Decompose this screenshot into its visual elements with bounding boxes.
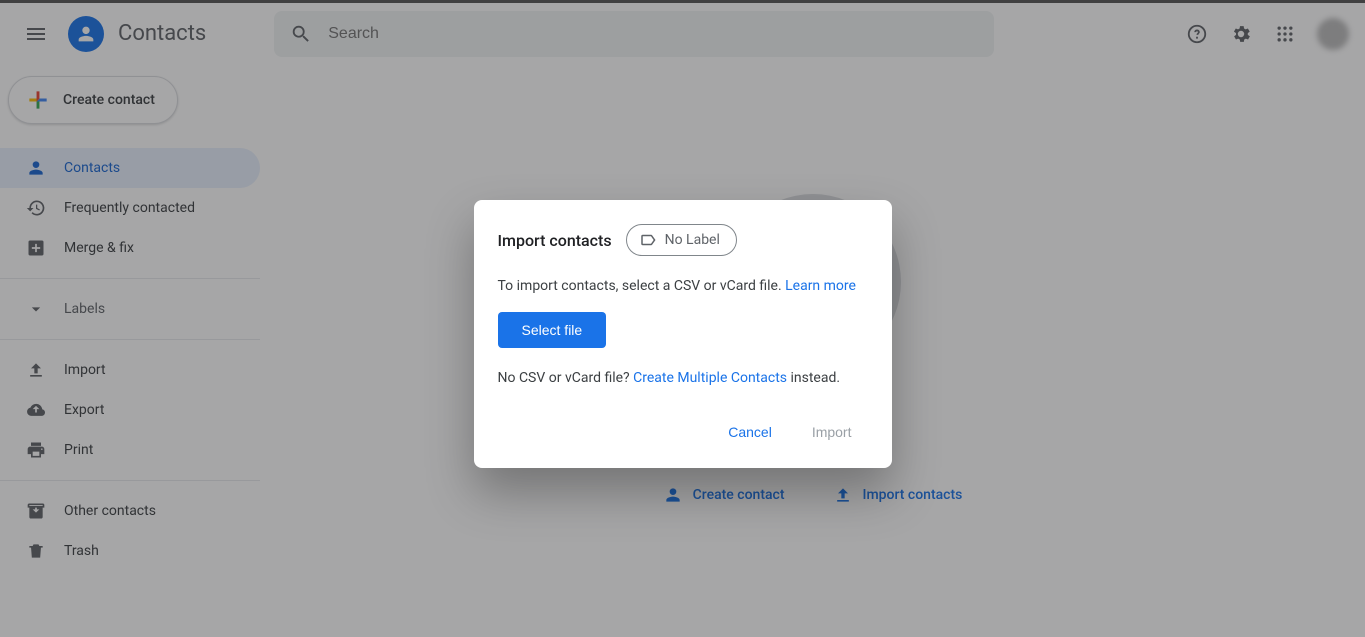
chip-label: No Label xyxy=(665,232,720,248)
dialog-title: Import contacts xyxy=(498,231,612,250)
dialog-description: To import contacts, select a CSV or vCar… xyxy=(498,278,786,294)
dialog-body: To import contacts, select a CSV or vCar… xyxy=(498,276,868,388)
label-chip[interactable]: No Label xyxy=(626,224,737,256)
no-file-prefix: No CSV or vCard file? xyxy=(498,370,634,386)
modal-scrim[interactable]: Import contacts No Label To import conta… xyxy=(0,0,1365,637)
dialog-actions: Cancel Import xyxy=(498,416,868,456)
select-file-button[interactable]: Select file xyxy=(498,312,607,348)
no-file-line: No CSV or vCard file? Create Multiple Co… xyxy=(498,368,868,388)
import-button[interactable]: Import xyxy=(804,416,860,448)
dialog-description-line: To import contacts, select a CSV or vCar… xyxy=(498,276,868,296)
label-outline-icon xyxy=(639,231,657,249)
dialog-header: Import contacts No Label xyxy=(498,224,868,256)
import-dialog: Import contacts No Label To import conta… xyxy=(474,200,892,468)
no-file-suffix: instead. xyxy=(787,370,840,386)
create-multiple-link[interactable]: Create Multiple Contacts xyxy=(633,370,787,386)
cancel-button[interactable]: Cancel xyxy=(720,416,780,448)
learn-more-link[interactable]: Learn more xyxy=(785,278,856,294)
